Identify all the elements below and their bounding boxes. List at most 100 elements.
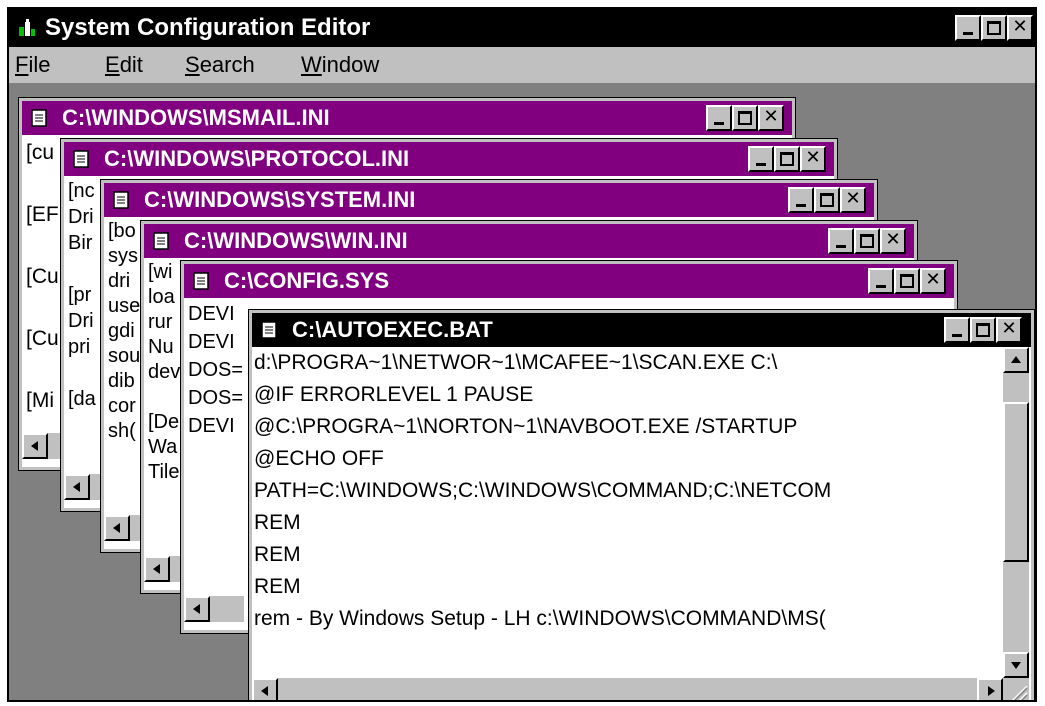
text-line[interactable]: REM <box>254 539 831 571</box>
close-button[interactable]: ✕ <box>920 268 946 294</box>
text-content[interactable]: [cu [EF [Cu [Cu [Mi <box>26 137 59 416</box>
text-line[interactable]: REM <box>254 507 831 539</box>
minimize-button[interactable] <box>868 268 894 294</box>
text-line[interactable]: Bir <box>68 230 96 256</box>
text-line[interactable]: gdi <box>108 319 140 344</box>
minimize-button[interactable] <box>828 228 854 254</box>
scroll-down-button[interactable] <box>1003 652 1029 678</box>
text-line[interactable]: [pr <box>68 282 96 308</box>
minimize-button[interactable] <box>788 187 814 213</box>
text-line[interactable]: DOS= <box>188 384 243 412</box>
text-line[interactable]: [cu <box>26 137 59 168</box>
text-line[interactable]: Dri <box>68 204 96 230</box>
text-line[interactable] <box>26 292 59 323</box>
text-line[interactable]: @IF ERRORLEVEL 1 PAUSE <box>254 379 831 411</box>
maximize-button[interactable] <box>970 317 996 343</box>
text-line[interactable]: DEVI <box>188 412 243 440</box>
text-line[interactable] <box>68 256 96 282</box>
text-line[interactable]: [De <box>148 410 180 435</box>
text-line[interactable]: Nu <box>148 335 180 360</box>
horizontal-scrollbar[interactable] <box>184 596 244 622</box>
text-line[interactable]: @C:\PROGRA~1\NORTON~1\NAVBOOT.EXE /START… <box>254 411 831 443</box>
text-line[interactable]: dri <box>108 269 140 294</box>
window-title-bar[interactable]: C:\WINDOWS\MSMAIL.INI ✕ <box>22 101 792 135</box>
close-button[interactable]: ✕ <box>880 228 906 254</box>
menu-search[interactable]: Search <box>185 47 255 83</box>
window-title-bar[interactable]: C:\WINDOWS\SYSTEM.INI ✕ <box>104 183 874 217</box>
window-title-bar[interactable]: C:\WINDOWS\PROTOCOL.INI ✕ <box>64 142 834 176</box>
text-line[interactable]: @ECHO OFF <box>254 443 831 475</box>
size-grip-icon[interactable] <box>1003 678 1029 700</box>
window-title-bar[interactable]: C:\AUTOEXEC.BAT ✕ <box>252 313 1031 347</box>
text-line[interactable]: Tile <box>148 460 180 485</box>
minimize-button[interactable] <box>706 105 732 131</box>
text-line[interactable]: DEVI <box>188 300 243 328</box>
maximize-button[interactable] <box>732 105 758 131</box>
text-line[interactable]: [da <box>68 386 96 412</box>
minimize-button[interactable] <box>944 317 970 343</box>
close-button[interactable]: ✕ <box>996 317 1022 343</box>
maximize-button[interactable] <box>774 146 800 172</box>
text-line[interactable]: [bo <box>108 219 140 244</box>
text-line[interactable]: sh( <box>108 419 140 444</box>
scroll-right-button[interactable] <box>977 678 1003 700</box>
vertical-scrollbar[interactable] <box>1003 347 1029 678</box>
text-line[interactable]: Dri <box>68 308 96 334</box>
document-window-autoexec[interactable]: C:\AUTOEXEC.BAT ✕ d:\PROGRA~1\NETWOR~1\M… <box>248 309 1035 700</box>
text-line[interactable]: dev <box>148 360 180 385</box>
menu-window[interactable]: Window <box>301 47 379 83</box>
text-line[interactable]: REM <box>254 571 831 603</box>
maximize-button[interactable] <box>854 228 880 254</box>
text-line[interactable]: use <box>108 294 140 319</box>
text-line[interactable]: [wi <box>148 260 180 285</box>
menu-file[interactable]: File <box>15 47 50 83</box>
scroll-thumb[interactable] <box>1003 402 1029 562</box>
menu-edit[interactable]: Edit <box>105 47 143 83</box>
text-line[interactable] <box>26 168 59 199</box>
scroll-left-button[interactable] <box>104 515 130 541</box>
app-maximize-button[interactable] <box>981 15 1007 41</box>
text-line[interactable] <box>148 385 180 410</box>
scroll-left-button[interactable] <box>144 556 170 582</box>
scroll-left-button[interactable] <box>64 474 90 500</box>
text-line[interactable]: [nc <box>68 178 96 204</box>
horizontal-scrollbar[interactable] <box>252 678 1003 700</box>
text-line[interactable]: [EF <box>26 199 59 230</box>
text-line[interactable] <box>68 360 96 386</box>
maximize-button[interactable] <box>894 268 920 294</box>
text-line[interactable]: rem - By Windows Setup - LH c:\WINDOWS\C… <box>254 603 831 635</box>
close-button[interactable]: ✕ <box>758 105 784 131</box>
close-button[interactable]: ✕ <box>840 187 866 213</box>
close-button[interactable]: ✕ <box>800 146 826 172</box>
text-line[interactable]: DOS= <box>188 356 243 384</box>
text-line[interactable] <box>26 230 59 261</box>
maximize-button[interactable] <box>814 187 840 213</box>
text-line[interactable]: PATH=C:\WINDOWS;C:\WINDOWS\COMMAND;C:\NE… <box>254 475 831 507</box>
text-line[interactable]: d:\PROGRA~1\NETWOR~1\MCAFEE~1\SCAN.EXE C… <box>254 347 831 379</box>
text-line[interactable]: DEVI <box>188 328 243 356</box>
app-close-button[interactable]: ✕ <box>1007 15 1033 41</box>
text-line[interactable]: [Cu <box>26 323 59 354</box>
window-title-bar[interactable]: C:\CONFIG.SYS ✕ <box>184 264 954 298</box>
text-line[interactable]: [Cu <box>26 261 59 292</box>
text-line[interactable]: Wa <box>148 435 180 460</box>
text-line[interactable]: sys <box>108 244 140 269</box>
text-line[interactable]: cor <box>108 394 140 419</box>
app-minimize-button[interactable] <box>955 15 981 41</box>
text-content[interactable]: [bo sys dri use gdi sou dib cor sh( <box>108 219 140 444</box>
text-content[interactable]: d:\PROGRA~1\NETWOR~1\MCAFEE~1\SCAN.EXE C… <box>254 347 831 635</box>
text-line[interactable]: [Mi <box>26 385 59 416</box>
text-line[interactable]: sou <box>108 344 140 369</box>
app-title-bar[interactable]: System Configuration Editor ✕ <box>9 9 1035 47</box>
scroll-left-button[interactable] <box>22 433 48 459</box>
scroll-up-button[interactable] <box>1003 347 1029 373</box>
text-content[interactable]: [wi loa rur Nu dev [De Wa Tile <box>148 260 180 485</box>
editor-area[interactable]: d:\PROGRA~1\NETWOR~1\MCAFEE~1\SCAN.EXE C… <box>252 347 1031 700</box>
scroll-left-button[interactable] <box>252 678 278 700</box>
text-content[interactable]: DEVI DEVI DOS= DOS= DEVI <box>188 300 243 440</box>
scroll-left-button[interactable] <box>184 596 210 622</box>
text-line[interactable] <box>26 354 59 385</box>
text-content[interactable]: [nc Dri Bir [pr Dri pri [da <box>68 178 96 412</box>
minimize-button[interactable] <box>748 146 774 172</box>
text-line[interactable]: pri <box>68 334 96 360</box>
